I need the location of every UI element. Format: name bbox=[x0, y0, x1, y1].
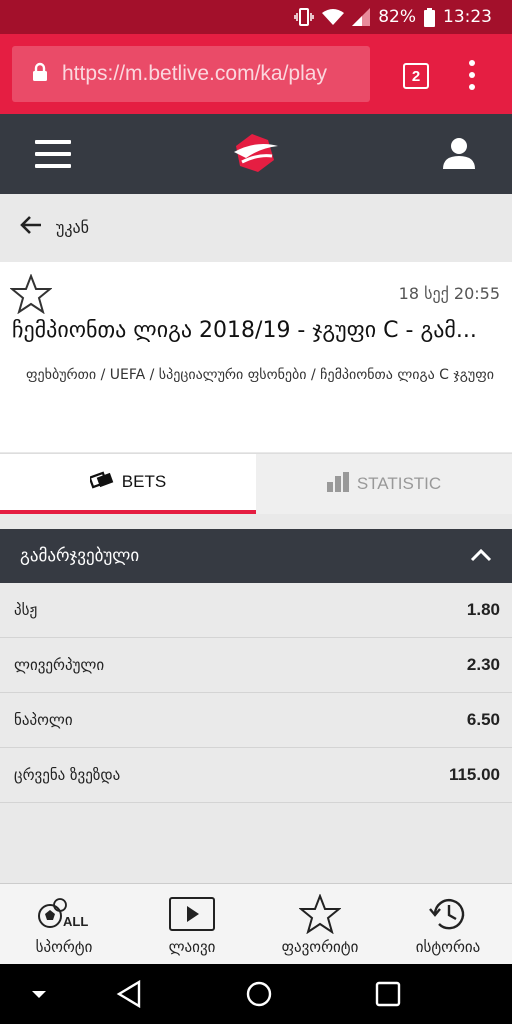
nav-favorites[interactable]: ფავორიტი bbox=[256, 884, 384, 964]
nav-history[interactable]: ისტორია bbox=[384, 884, 512, 964]
nav-live[interactable]: ლაივი bbox=[128, 884, 256, 964]
back-button[interactable]: უკან bbox=[0, 194, 512, 260]
betlive-logo[interactable] bbox=[232, 132, 280, 178]
bet-tabs: BETS STATISTIC bbox=[0, 453, 512, 514]
chevron-down-icon[interactable] bbox=[30, 986, 48, 1005]
clock: 13:23 bbox=[443, 7, 492, 27]
address-bar[interactable]: https://m.betlive.com/ka/play bbox=[12, 46, 370, 102]
menu-icon[interactable] bbox=[35, 140, 71, 168]
history-icon bbox=[427, 894, 469, 934]
home-circle-icon[interactable] bbox=[245, 980, 273, 1012]
vibrate-icon bbox=[294, 7, 314, 27]
arrow-left-icon bbox=[20, 215, 42, 239]
selection-name: ნაპოლი bbox=[14, 711, 73, 729]
odds-value[interactable]: 1.80 bbox=[467, 600, 500, 620]
event-date: 18 სექ 20:55 bbox=[398, 284, 500, 303]
star-icon bbox=[299, 894, 341, 934]
site-header bbox=[0, 114, 512, 194]
event-card: 18 სექ 20:55 ჩემპიონთა ლიგა 2018/19 - ჯგ… bbox=[0, 262, 512, 452]
odds-row[interactable]: ლივერპული 2.30 bbox=[0, 638, 512, 693]
android-nav-bar bbox=[0, 964, 512, 1024]
status-bar: 82% 13:23 bbox=[0, 0, 512, 34]
lock-icon bbox=[32, 62, 48, 86]
favorite-star-icon[interactable] bbox=[9, 273, 53, 318]
tab-statistic[interactable]: STATISTIC bbox=[256, 454, 512, 514]
sports-all-badge: ALL bbox=[63, 914, 88, 929]
tickets-icon bbox=[88, 470, 114, 494]
odds-value[interactable]: 6.50 bbox=[467, 710, 500, 730]
browser-toolbar: https://m.betlive.com/ka/play 2 bbox=[0, 34, 512, 114]
event-title: ჩემპიონთა ლიგა 2018/19 - ჯგუფი C - გამ..… bbox=[12, 318, 477, 343]
back-triangle-icon[interactable] bbox=[116, 979, 142, 1012]
nav-favorites-label: ფავორიტი bbox=[281, 938, 359, 956]
market-title: გამარჯვებული bbox=[20, 546, 140, 566]
back-label: უკან bbox=[56, 217, 90, 237]
bar-chart-icon bbox=[326, 471, 349, 497]
signal-icon bbox=[352, 8, 371, 26]
selection-name: ლივერპული bbox=[14, 656, 105, 674]
event-breadcrumb: ფეხბურთი / UEFA / სპეციალური ფსონები / ჩ… bbox=[25, 367, 494, 383]
user-account-icon[interactable] bbox=[442, 136, 476, 174]
odds-value[interactable]: 115.00 bbox=[449, 765, 500, 785]
sports-ball-icon: ALL bbox=[37, 894, 91, 934]
odds-row[interactable]: ნაპოლი 6.50 bbox=[0, 693, 512, 748]
nav-live-label: ლაივი bbox=[168, 938, 216, 956]
wifi-icon bbox=[322, 8, 345, 26]
recents-square-icon[interactable] bbox=[374, 980, 402, 1012]
browser-menu-button[interactable] bbox=[462, 60, 482, 90]
url-text: https://m.betlive.com/ka/play bbox=[62, 62, 327, 85]
nav-history-label: ისტორია bbox=[415, 938, 481, 956]
play-icon bbox=[168, 894, 216, 934]
market-header[interactable]: გამარჯვებული bbox=[0, 529, 512, 583]
chevron-up-icon[interactable] bbox=[470, 547, 492, 566]
battery-icon bbox=[424, 7, 435, 27]
odds-value[interactable]: 2.30 bbox=[467, 655, 500, 675]
bottom-nav: ALL სპორტი ლაივი ფავორიტი ისტორია bbox=[0, 883, 512, 964]
tab-bets[interactable]: BETS bbox=[0, 454, 256, 514]
odds-list: პსჟ 1.80 ლივერპული 2.30 ნაპოლი 6.50 ცრვე… bbox=[0, 583, 512, 803]
tab-bets-label: BETS bbox=[121, 472, 167, 491]
nav-sports-label: სპორტი bbox=[35, 938, 93, 956]
selection-name: პსჟ bbox=[14, 601, 38, 619]
tab-statistic-label: STATISTIC bbox=[356, 474, 442, 493]
tab-switcher-button[interactable]: 2 bbox=[403, 63, 429, 89]
odds-row[interactable]: ცრვენა ზვეზდა 115.00 bbox=[0, 748, 512, 803]
battery-percent: 82% bbox=[378, 7, 416, 27]
nav-sports[interactable]: ALL სპორტი bbox=[0, 884, 128, 964]
selection-name: ცრვენა ზვეზდა bbox=[14, 766, 121, 784]
odds-row[interactable]: პსჟ 1.80 bbox=[0, 583, 512, 638]
